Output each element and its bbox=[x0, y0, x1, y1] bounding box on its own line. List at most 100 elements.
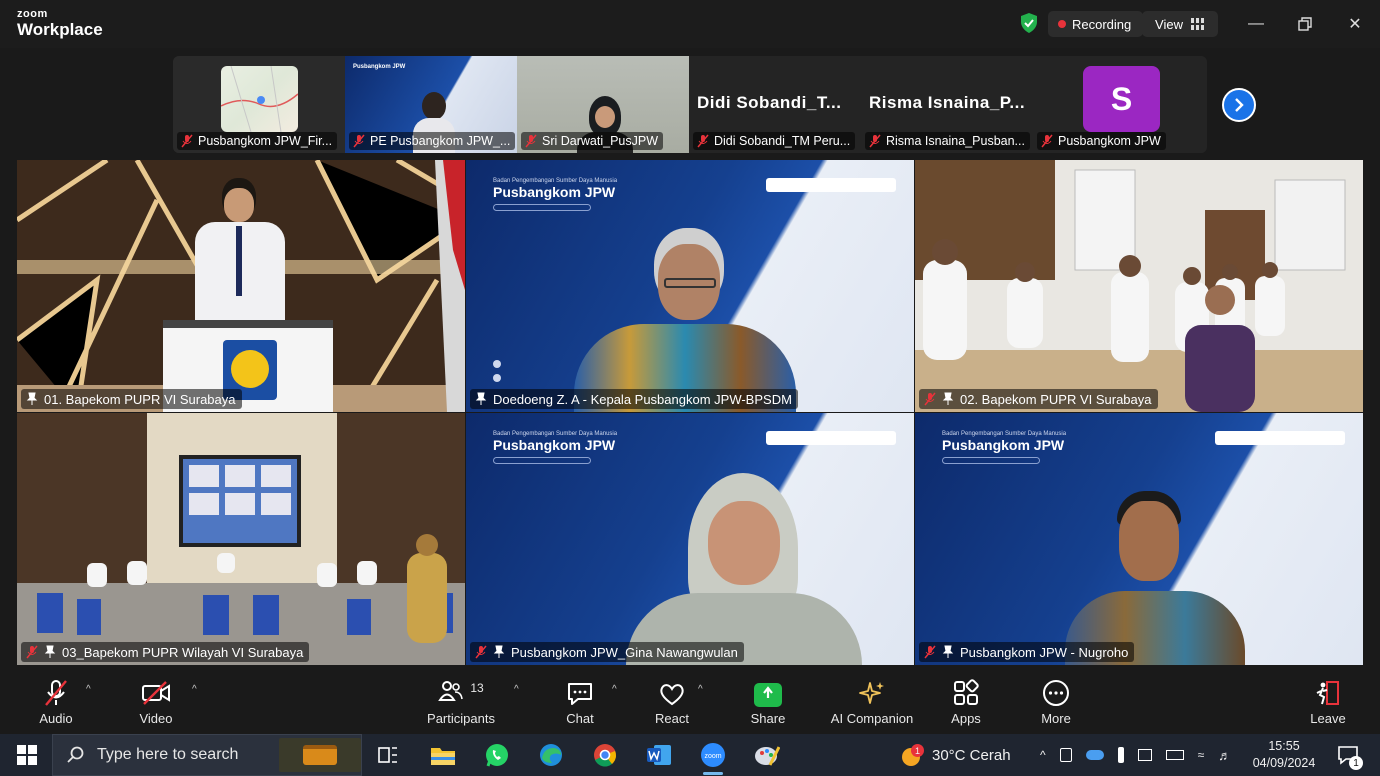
app-logo: zoom Workplace bbox=[17, 8, 103, 39]
react-options-caret-icon[interactable]: ^ bbox=[698, 684, 703, 695]
ai-companion-label: AI Companion bbox=[830, 711, 914, 726]
video-tile[interactable]: Badan Pengembangan Sumber Daya Manusia P… bbox=[915, 413, 1363, 665]
search-highlight-icon bbox=[279, 738, 361, 772]
more-label: More bbox=[1041, 711, 1071, 726]
leave-label: Leave bbox=[1310, 711, 1346, 726]
strip-tile[interactable]: Risma Isnaina_P... Risma Isnaina_Pusban.… bbox=[861, 56, 1033, 153]
participants-button[interactable]: 13 Participants bbox=[421, 666, 501, 734]
leave-button[interactable]: Leave bbox=[1308, 666, 1348, 734]
video-tile-active-speaker[interactable]: 01. Bapekom PUPR VI Surabaya bbox=[17, 160, 465, 412]
task-view-icon[interactable] bbox=[372, 739, 404, 771]
usb-drive-icon[interactable] bbox=[1117, 747, 1124, 763]
strip-tile[interactable]: Didi Sobandi_T... Didi Sobandi_TM Peru..… bbox=[689, 56, 861, 153]
strip-tile[interactable]: Sri Darwati_PusJPW bbox=[517, 56, 689, 153]
brand-large: Workplace bbox=[17, 20, 103, 39]
video-button[interactable]: Video bbox=[134, 666, 178, 734]
grid-view-icon bbox=[1190, 18, 1204, 30]
brand-small: zoom bbox=[17, 8, 48, 20]
avatar: S bbox=[1083, 66, 1160, 132]
audio-button[interactable]: Audio bbox=[34, 666, 78, 734]
audio-options-caret-icon[interactable]: ^ bbox=[86, 684, 91, 695]
video-tile[interactable]: 03_Bapekom PUPR Wilayah VI Surabaya bbox=[17, 413, 465, 665]
notification-center-icon[interactable]: 1 bbox=[1332, 739, 1364, 771]
banner-address bbox=[493, 204, 591, 211]
strip-name-label: Pusbangkom JPW bbox=[1037, 132, 1166, 150]
participant-count: 13 bbox=[470, 681, 484, 695]
system-clock[interactable]: 15:55 04/09/2024 bbox=[1244, 738, 1324, 772]
close-icon[interactable]: ✕ bbox=[1343, 12, 1367, 36]
tile-name: Pusbangkom JPW - Nugroho bbox=[960, 644, 1129, 660]
participants-options-caret-icon[interactable]: ^ bbox=[514, 684, 519, 695]
react-button[interactable]: React bbox=[650, 666, 694, 734]
chat-icon bbox=[568, 683, 592, 705]
pin-icon bbox=[26, 392, 38, 405]
tile-name: Pusbangkom JPW_Gina Nawangwulan bbox=[511, 644, 738, 660]
video-off-icon bbox=[142, 681, 170, 705]
onedrive-cloud-icon[interactable] bbox=[1085, 750, 1104, 760]
strip-tile[interactable]: Pusbangkom JPW PE Pusbangkom JPW_... bbox=[345, 56, 517, 153]
mic-muted-icon bbox=[869, 134, 881, 148]
restore-icon[interactable] bbox=[1293, 12, 1317, 36]
weather-sun-icon: 1 bbox=[902, 744, 924, 766]
pin-icon bbox=[475, 392, 487, 405]
strip-name: Pusbangkom JPW_Fir... bbox=[198, 134, 333, 148]
volume-icon[interactable]: ♬ bbox=[1218, 748, 1231, 763]
minimize-icon[interactable]: — bbox=[1244, 12, 1268, 36]
chat-label: Chat bbox=[566, 711, 594, 726]
mic-muted-icon bbox=[697, 134, 709, 148]
tile-name-label: 02. Bapekom PUPR VI Surabaya bbox=[919, 389, 1158, 409]
sparkle-icon bbox=[859, 682, 884, 704]
mic-muted-icon bbox=[353, 134, 365, 148]
tile-name-label: Pusbangkom JPW_Gina Nawangwulan bbox=[470, 642, 744, 662]
chat-options-caret-icon[interactable]: ^ bbox=[612, 684, 617, 695]
tile-name: Doedoeng Z. A - Kepala Pusbangkom JPW-BP… bbox=[493, 391, 792, 407]
whatsapp-icon[interactable] bbox=[481, 739, 513, 771]
meet-now-icon[interactable] bbox=[1059, 748, 1072, 762]
zoom-app-icon[interactable]: zoom bbox=[697, 739, 729, 775]
view-button[interactable]: View bbox=[1142, 11, 1218, 37]
video-tile[interactable]: 02. Bapekom PUPR VI Surabaya bbox=[915, 160, 1363, 412]
video-tile[interactable]: Badan Pengembangan Sumber Daya Manusia P… bbox=[466, 160, 914, 412]
more-button[interactable]: More bbox=[1035, 666, 1077, 734]
ai-companion-button[interactable]: AI Companion bbox=[826, 666, 918, 734]
chevron-up-icon[interactable]: ^ bbox=[1040, 748, 1046, 762]
video-tile[interactable]: Badan Pengembangan Sumber Daya Manusia P… bbox=[466, 413, 914, 665]
map-preview bbox=[220, 65, 299, 133]
strip-big-name: Risma Isnaina_P... bbox=[869, 93, 1026, 112]
participant-video bbox=[626, 473, 862, 665]
avatar-letter: S bbox=[1110, 80, 1133, 117]
strip-name-label: Didi Sobandi_TM Peru... bbox=[693, 132, 856, 150]
windows-start-icon[interactable] bbox=[11, 739, 43, 771]
svg-text:zoom: zoom bbox=[704, 753, 721, 760]
share-button[interactable]: Share bbox=[747, 666, 789, 734]
word-icon[interactable] bbox=[643, 739, 675, 771]
encryption-shield-icon[interactable] bbox=[1018, 12, 1040, 34]
title-bar: zoom Workplace Recording View — ✕ bbox=[0, 0, 1380, 48]
strip-tile[interactable]: Pusbangkom JPW_Fir... bbox=[173, 56, 345, 153]
strip-name-label: PE Pusbangkom JPW_... bbox=[349, 132, 515, 150]
search-placeholder: Type here to search bbox=[97, 746, 239, 763]
view-label: View bbox=[1155, 16, 1183, 32]
apps-button[interactable]: Apps bbox=[946, 666, 986, 734]
edge-browser-icon[interactable] bbox=[535, 739, 567, 771]
strip-name: PE Pusbangkom JPW_... bbox=[370, 134, 511, 148]
paint-app-icon[interactable] bbox=[751, 739, 783, 771]
next-page-button[interactable] bbox=[1222, 88, 1256, 122]
video-options-caret-icon[interactable]: ^ bbox=[192, 684, 197, 695]
strip-name: Sri Darwati_PusJPW bbox=[542, 134, 658, 148]
weather-widget[interactable]: 1 30°C Cerah bbox=[902, 734, 1011, 776]
recording-indicator[interactable]: Recording bbox=[1048, 11, 1144, 37]
audio-label: Audio bbox=[39, 711, 73, 726]
file-explorer-icon[interactable] bbox=[427, 739, 459, 771]
battery-icon[interactable] bbox=[1165, 750, 1184, 760]
wifi-icon[interactable]: ≈ bbox=[1198, 748, 1205, 762]
chat-button[interactable]: Chat bbox=[560, 666, 600, 734]
banner-logos bbox=[766, 178, 896, 192]
taskbar-search[interactable]: Type here to search bbox=[52, 734, 362, 776]
tile-name: 02. Bapekom PUPR VI Surabaya bbox=[960, 391, 1152, 407]
notification-count: 1 bbox=[1349, 756, 1363, 770]
display-icon[interactable] bbox=[1137, 749, 1152, 761]
chrome-browser-icon[interactable] bbox=[589, 739, 621, 771]
strip-tile[interactable]: S Pusbangkom JPW bbox=[1033, 56, 1205, 153]
hall-scene bbox=[17, 413, 465, 665]
